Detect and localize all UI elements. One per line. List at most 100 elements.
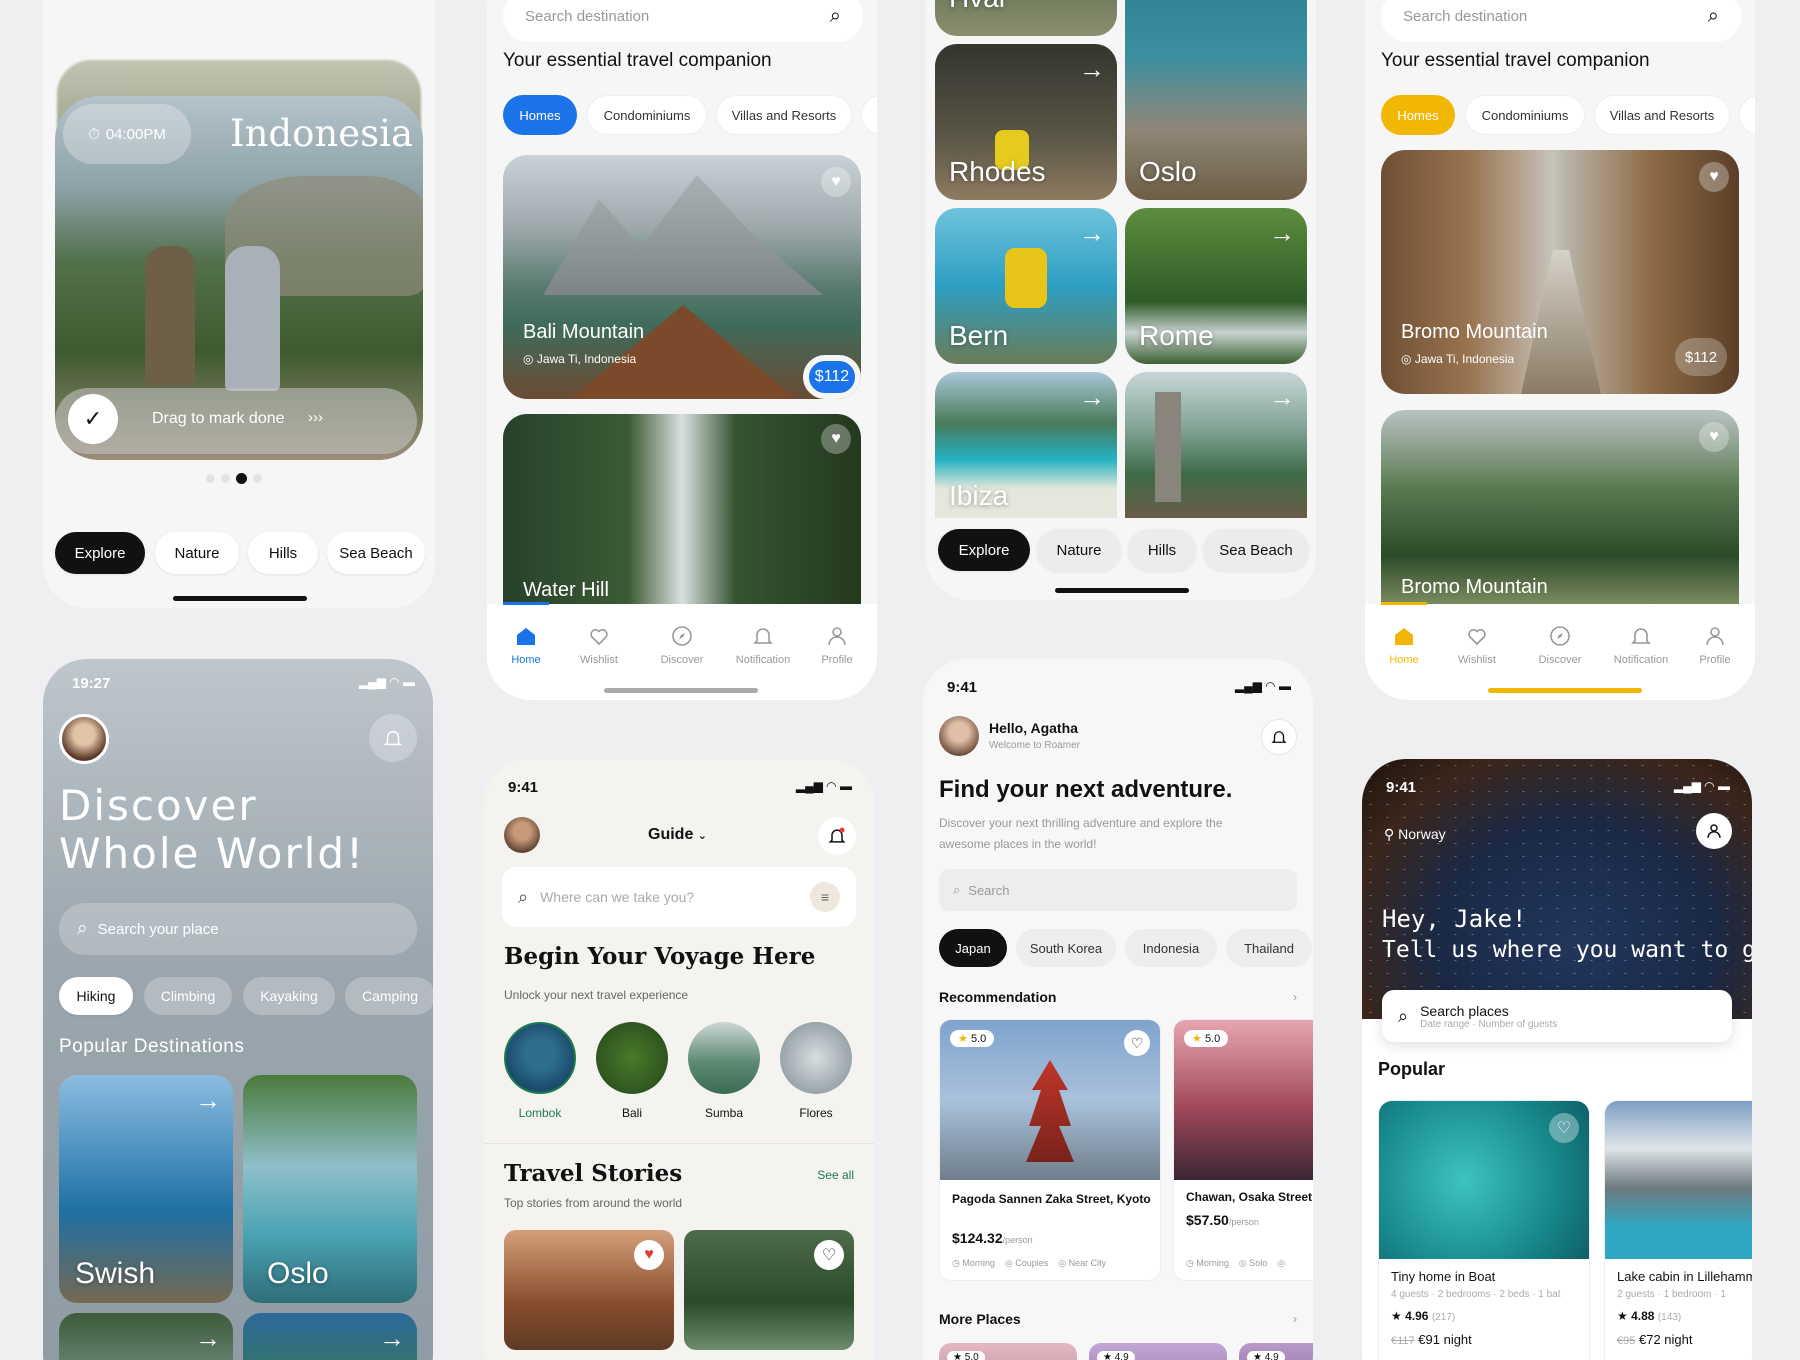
city-card-bern[interactable]: → Bern (935, 208, 1117, 364)
chip-condominiums[interactable]: Condominiums (1465, 95, 1585, 135)
avatar[interactable] (504, 817, 540, 853)
city-card-oslo[interactable]: Oslo (1125, 0, 1307, 200)
chip-kayaking[interactable]: Kayaking (243, 977, 335, 1015)
location-label[interactable]: ⚲ Norway (1384, 826, 1446, 843)
city-card-castle[interactable]: → (1125, 372, 1307, 518)
story-card-2[interactable]: ♡ (684, 1230, 854, 1350)
property-card-1[interactable]: ♥ Bromo Mountain ◎ Jawa Ti, Indonesia $1… (1381, 150, 1739, 394)
property-card-2[interactable]: ♥ Bromo Mountain (1381, 410, 1739, 604)
guide-dropdown[interactable]: Guide ⌄ (648, 826, 707, 844)
search-icon[interactable]: ⌕ (830, 5, 841, 28)
rec-card-1[interactable]: ★ 5.0 ♡ Pagoda Sannen Zaka Street, Kyoto… (939, 1019, 1161, 1281)
more-places-more-icon[interactable]: › (1293, 1312, 1297, 1326)
chip-hills[interactable]: Hills (1128, 529, 1196, 571)
profile-button[interactable] (1696, 813, 1732, 849)
rec-card-2[interactable]: ★ 5.0 Chawan, Osaka Street $57.50/person… (1173, 1019, 1313, 1281)
heart-icon[interactable]: ♥ (1699, 422, 1729, 452)
tab-home[interactable]: Home (503, 624, 549, 666)
destination-card-4[interactable]: → (243, 1313, 417, 1360)
heart-icon[interactable]: ♥ (821, 424, 851, 454)
filter-icon[interactable]: ≡ (810, 882, 840, 912)
chip-hills[interactable]: Hills (248, 532, 318, 574)
place-bali-image[interactable] (596, 1022, 668, 1094)
more-place-card-1[interactable]: ★ 5.0 (939, 1343, 1077, 1360)
avatar[interactable] (59, 714, 109, 764)
tab-home[interactable]: Home (1381, 624, 1427, 666)
user-icon (828, 627, 846, 646)
story-card-1[interactable]: ♥ (504, 1230, 674, 1350)
chip-homes[interactable]: Homes (1381, 95, 1455, 135)
search-icon[interactable]: ⌕ (1708, 5, 1719, 28)
chip-sea-beach[interactable]: Sea Beach (327, 532, 425, 574)
chip-camping[interactable]: Camping (345, 977, 433, 1015)
city-card-ibiza[interactable]: → Ibiza (935, 372, 1117, 518)
chip-more[interactable] (861, 95, 877, 135)
tab-profile[interactable]: Profile (1685, 624, 1745, 666)
city-card-rhodes[interactable]: → Rhodes (935, 44, 1117, 200)
tab-notification[interactable]: Notification (1601, 624, 1681, 666)
bell-icon (1271, 731, 1287, 743)
avatar[interactable] (939, 716, 979, 756)
destination-card-3[interactable]: → (59, 1313, 233, 1360)
search-bar[interactable]: Search destination ⌕ (503, 0, 863, 42)
heart-icon[interactable]: ♥ (821, 167, 851, 197)
place-lombok-image[interactable] (504, 1022, 576, 1094)
check-button[interactable]: ✓ (68, 394, 118, 444)
more-place-card-2[interactable]: ★ 4.9 (1089, 1343, 1227, 1360)
heart-icon[interactable]: ♥ (1699, 162, 1729, 192)
chip-villas[interactable]: Villas and Resorts (1594, 95, 1730, 135)
listing-card-2[interactable]: Lake cabin in Lillehammer 2 guests · 1 b… (1604, 1100, 1752, 1360)
recommendation-more-icon[interactable]: › (1293, 990, 1297, 1004)
place-flores-label: Flores (799, 1106, 833, 1120)
chip-villas[interactable]: Villas and Resorts (716, 95, 852, 135)
search-input[interactable]: ⌕ Search places Date range · Number of gu… (1382, 990, 1732, 1042)
more-place-card-3[interactable]: ★ 4.9 (1239, 1343, 1313, 1360)
search-input[interactable]: ⌕ Search your place (59, 903, 417, 955)
tab-wishlist[interactable]: Wishlist (569, 624, 629, 666)
property-card-1[interactable]: ♥ Bali Mountain ◎ Jawa Ti, Indonesia $11… (503, 155, 861, 399)
place-flores-image[interactable] (780, 1022, 852, 1094)
notification-button[interactable] (818, 817, 856, 855)
chip-nature[interactable]: Nature (1037, 529, 1121, 571)
headline: Your essential travel companion (1381, 50, 1650, 71)
heart-filled-icon[interactable]: ♥ (634, 1240, 664, 1270)
chip-condominiums[interactable]: Condominiums (587, 95, 707, 135)
place-sumba-image[interactable] (688, 1022, 760, 1094)
chip-south-korea[interactable]: South Korea (1016, 929, 1116, 967)
heart-button[interactable]: ♡ (1549, 1113, 1579, 1143)
chip-thailand[interactable]: Thailand (1226, 929, 1312, 967)
see-all-link[interactable]: See all (817, 1168, 854, 1182)
notification-button[interactable] (1261, 719, 1297, 755)
destination-card-image[interactable]: ⏱ 04:00PM Indonesia ✓ Drag to mark done ›… (55, 96, 423, 460)
heart-button[interactable]: ♡ (1124, 1030, 1150, 1056)
chip-explore[interactable]: Explore (55, 532, 145, 574)
chip-climbing[interactable]: Climbing (144, 977, 232, 1015)
tab-notification[interactable]: Notification (723, 624, 803, 666)
chip-japan[interactable]: Japan (939, 929, 1007, 967)
tab-profile[interactable]: Profile (807, 624, 867, 666)
search-input[interactable]: ⌕ Search (939, 869, 1297, 911)
destination-card-swish[interactable]: → Swish (59, 1075, 233, 1303)
city-card-hvar[interactable]: Hvar (935, 0, 1117, 36)
listing-card-1[interactable]: ♡ Tiny home in Boat 4 guests · 2 bedroom… (1378, 1100, 1590, 1360)
notification-button[interactable] (369, 714, 417, 762)
property-card-2[interactable]: ♥ Water Hill (503, 414, 861, 604)
search-input[interactable]: ⌕ Where can we take you? ≡ (502, 867, 856, 927)
drag-slider[interactable]: ✓ Drag to mark done ››› (55, 388, 417, 454)
tab-wishlist[interactable]: Wishlist (1447, 624, 1507, 666)
chip-homes[interactable]: Homes (503, 95, 577, 135)
tab-discover[interactable]: Discover (1525, 624, 1595, 666)
chip-indonesia[interactable]: Indonesia (1125, 929, 1217, 967)
city-card-rome[interactable]: → Rome (1125, 208, 1307, 364)
chip-sea-beach[interactable]: Sea Beach (1203, 529, 1309, 571)
destination-card-oslo[interactable]: Oslo (243, 1075, 417, 1303)
chip-nature[interactable]: Nature (155, 532, 239, 574)
chip-explore[interactable]: Explore (938, 529, 1030, 571)
tab-discover[interactable]: Discover (647, 624, 717, 666)
chip-more[interactable] (1739, 95, 1755, 135)
star-icon: ★ (1192, 1033, 1202, 1045)
search-bar[interactable]: Search destination ⌕ (1381, 0, 1741, 42)
heart-outline-icon[interactable]: ♡ (814, 1240, 844, 1270)
bell-icon (1631, 628, 1651, 644)
chip-hiking[interactable]: Hiking (59, 977, 133, 1015)
